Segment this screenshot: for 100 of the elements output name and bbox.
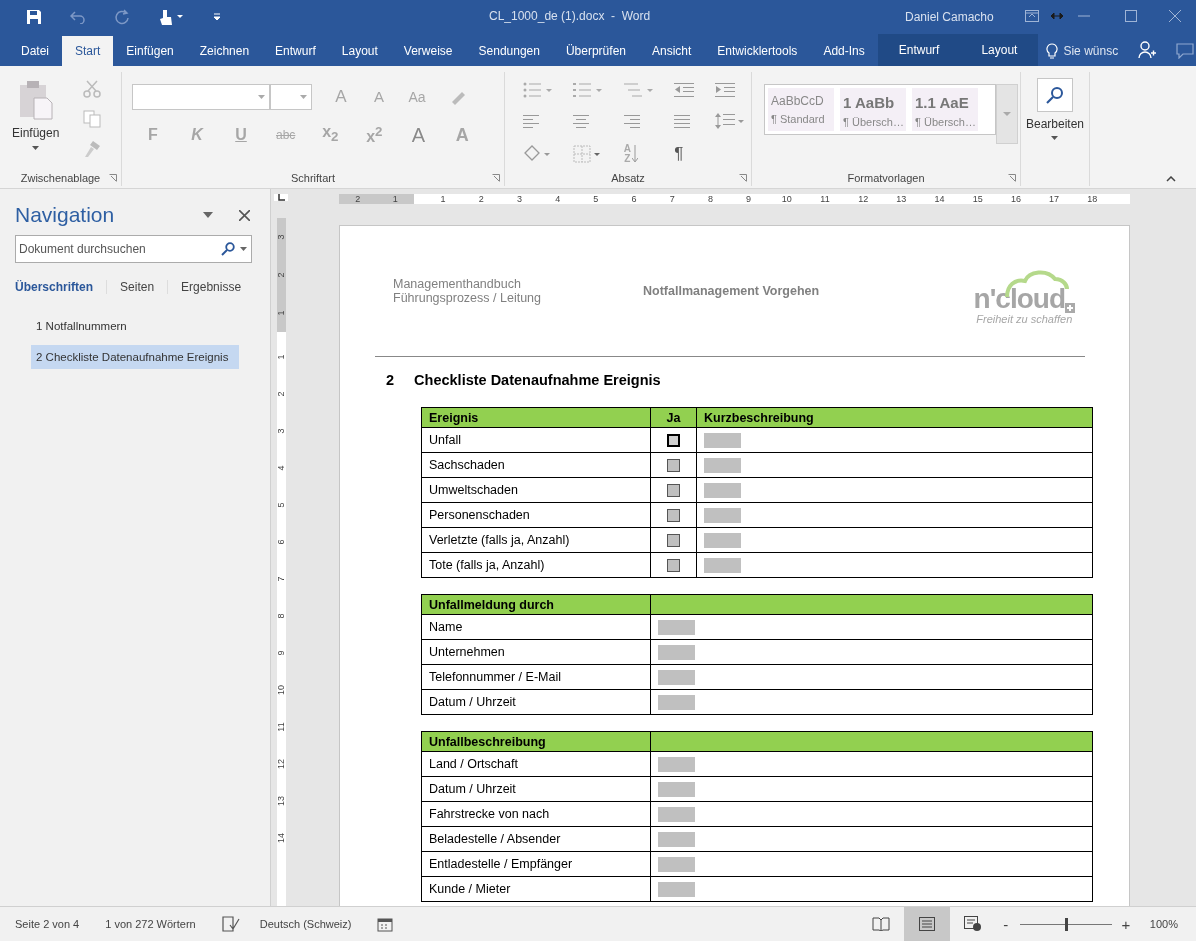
- ruler-number: 8: [276, 613, 286, 619]
- ruler-number: 3: [276, 234, 286, 240]
- table-cell: Verletzte (falls ja, Anzahl): [421, 527, 651, 553]
- zoom-out-button[interactable]: -: [999, 915, 1012, 933]
- ribbon-tab[interactable]: Entwicklertools: [704, 36, 811, 66]
- ruler-number: 1: [391, 194, 399, 204]
- table-cell: Tote (falls ja, Anzahl): [421, 552, 651, 578]
- ruler-number: 3: [515, 194, 523, 204]
- ruler-number: 13: [895, 194, 908, 204]
- ribbon-tab[interactable]: Einfügen: [113, 36, 187, 66]
- table-cell: Telefonnummer / E-Mail: [421, 664, 651, 690]
- ruler-number: 13: [276, 796, 286, 806]
- ruler-number: 14: [933, 194, 946, 204]
- ruler-number: 1: [276, 354, 286, 360]
- group-label: Schriftart: [291, 172, 335, 184]
- ruler-number: 3: [276, 428, 286, 434]
- ribbon-tab[interactable]: Entwurf: [877, 34, 961, 66]
- heading-item[interactable]: 1 Notfallnummern: [31, 314, 239, 338]
- table-cell: Kunde / Mieter: [421, 876, 651, 902]
- ruler-number: 12: [276, 759, 286, 769]
- table-header: Unfallbeschreibung: [421, 731, 651, 752]
- zoom-level[interactable]: 100%: [1149, 918, 1178, 930]
- ribbon-tab[interactable]: Verweise: [390, 36, 466, 66]
- ruler-number: 9: [276, 650, 286, 656]
- ruler-number: 2: [354, 194, 362, 204]
- page-count[interactable]: Seite 2 von 4: [15, 918, 80, 930]
- pane-tab[interactable]: Überschriften: [15, 280, 108, 294]
- table-cell: Unternehmen: [421, 639, 651, 665]
- table-cell: Entladestelle / Empfänger: [421, 851, 651, 877]
- logo-text: n'cloud: [973, 285, 1065, 313]
- heading-item[interactable]: 2 Checkliste Datenaufnahme Ereignis: [31, 345, 239, 369]
- style-item[interactable]: 1.1 AaE ¶ Übersch…: [912, 88, 978, 131]
- table-cell: Name: [421, 614, 651, 640]
- group-label: Absatz: [611, 172, 645, 184]
- ruler-number: 10: [276, 685, 286, 695]
- user-name[interactable]: Daniel Camacho: [905, 10, 994, 24]
- ruler-number: 9: [745, 194, 753, 204]
- table-cell: Land / Ortschaft: [421, 751, 651, 777]
- ruler-number: 5: [592, 194, 600, 204]
- table-cell: Umweltschaden: [421, 477, 651, 503]
- show-formatting-button[interactable]: ¶: [674, 144, 684, 164]
- ribbon-tab[interactable]: Add-Ins: [810, 36, 878, 66]
- pane-tab[interactable]: Seiten: [120, 280, 169, 294]
- ruler-number: 6: [276, 539, 286, 545]
- ruler-number: 2: [477, 194, 485, 204]
- ruler-number: 8: [706, 194, 714, 204]
- ruler-number: 11: [819, 194, 831, 204]
- header-text: Managementhandbuch: [393, 277, 522, 291]
- ruler-number: 18: [1086, 194, 1099, 204]
- table-cell: Datum / Uhrzeit: [421, 689, 651, 715]
- header-text: Führungsprozess / Leitung: [393, 291, 542, 305]
- table-cell: Personenschaden: [421, 502, 651, 528]
- ruler-number: 7: [276, 576, 286, 582]
- table-header: Unfallmeldung durch: [421, 594, 651, 615]
- table-header: Kurzbeschreibung: [696, 407, 1093, 428]
- ribbon-tab[interactable]: Zeichnen: [186, 36, 263, 66]
- heading: 2 Checkliste Datenaufnahme Ereignis: [386, 372, 662, 388]
- ribbon-tab[interactable]: Entwurf: [262, 36, 329, 66]
- pane-title: Navigation: [15, 203, 116, 227]
- table-header: Ja: [650, 407, 697, 428]
- table-cell: Beladestelle / Absender: [421, 826, 651, 852]
- ribbon-tab[interactable]: Layout: [328, 36, 391, 66]
- ruler-number: 7: [668, 194, 676, 204]
- ruler-number: 6: [630, 194, 638, 204]
- table-cell: Fahrstrecke von nach: [421, 801, 651, 827]
- tell-me-button[interactable]: Sie wünsc: [1038, 36, 1127, 66]
- style-item[interactable]: 1 AaBb ¶ Übersch…: [840, 88, 906, 131]
- window-title: CL_1000_de (1).docx - Word: [489, 9, 651, 23]
- ruler-number: 1: [439, 194, 447, 204]
- ruler-number: 4: [554, 194, 562, 204]
- ribbon-tab[interactable]: Ansicht: [639, 36, 705, 66]
- ruler-number: 10: [780, 194, 793, 204]
- table-cell: Sachschaden: [421, 452, 651, 478]
- ruler-number: 5: [276, 502, 286, 508]
- pane-tab[interactable]: Ergebnisse: [181, 280, 255, 294]
- ribbon-tab[interactable]: Überprüfen: [552, 36, 639, 66]
- language[interactable]: Deutsch (Schweiz): [259, 918, 352, 930]
- table-header: Ereignis: [421, 407, 651, 428]
- ruler-number: 11: [276, 722, 286, 732]
- ribbon-tab[interactable]: Start: [62, 36, 114, 66]
- search-field[interactable]: Dokument durchsuchen: [15, 235, 252, 263]
- ribbon-tab[interactable]: Sendungen: [465, 36, 553, 66]
- ruler-number: 15: [971, 194, 984, 204]
- editing-button[interactable]: Bearbeiten: [1025, 72, 1084, 140]
- table-cell: Unfall: [421, 427, 651, 453]
- ribbon-tab[interactable]: Layout: [960, 34, 1039, 66]
- ribbon-tab[interactable]: Datei: [8, 36, 62, 66]
- ruler-number: 17: [1048, 194, 1061, 204]
- ruler-number: 2: [276, 272, 286, 278]
- ruler-number: 1: [276, 310, 286, 316]
- logo-tagline: Freiheit zu schaffen: [976, 313, 1073, 325]
- group-label: Zwischenablage: [20, 172, 101, 184]
- table-cell: Datum / Uhrzeit: [421, 776, 651, 802]
- paste-button[interactable]: Einfügen: [0, 72, 66, 154]
- ruler-number: 2: [276, 391, 286, 397]
- ruler-number: 12: [857, 194, 870, 204]
- ruler-number: 16: [1009, 194, 1022, 204]
- word-count[interactable]: 1 von 272 Wörtern: [105, 918, 196, 930]
- group-label: Formatvorlagen: [847, 172, 925, 184]
- zoom-in-button[interactable]: +: [1119, 915, 1132, 933]
